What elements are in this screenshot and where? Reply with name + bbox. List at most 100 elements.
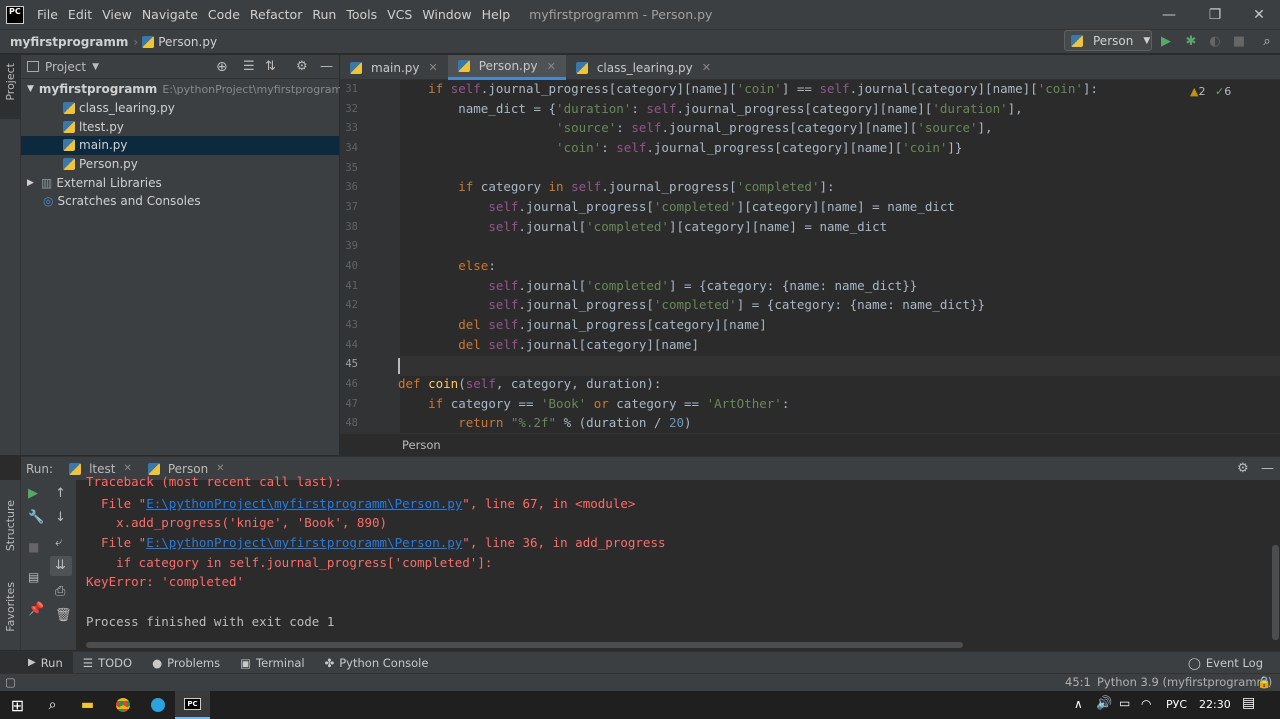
coverage-icon[interactable]: ◐ <box>1207 33 1223 49</box>
left-tool-strip: Project <box>0 55 21 455</box>
windows-start-icon[interactable]: ⊞ <box>0 691 35 719</box>
horizontal-scrollbar[interactable] <box>86 642 963 648</box>
event-log-button[interactable]: ◯ Event Log <box>1178 656 1273 670</box>
tree-item-class-learing[interactable]: class_learing.py <box>21 99 339 118</box>
minimize-icon[interactable]: — <box>1146 0 1192 29</box>
favorites-tool-button[interactable]: Favorites <box>4 582 17 632</box>
chrome-icon[interactable] <box>105 691 140 719</box>
arrow-down-icon[interactable]: ↓ <box>55 510 66 525</box>
wrench-icon[interactable]: 🔧 <box>28 510 44 525</box>
menu-help[interactable]: Help <box>477 7 516 22</box>
console-toolbar: ▶ ↑ 🔧 ↓ ■ ⤶ ⇊ ▤ ⎙ 📌 🗑 <box>21 480 76 650</box>
menu-tools[interactable]: Tools <box>341 7 382 22</box>
debug-icon[interactable]: ✱ <box>1183 33 1199 49</box>
tab-person[interactable]: Person.py ✕ <box>447 55 566 80</box>
menu-navigate[interactable]: Navigate <box>137 7 203 22</box>
tool-tab-problems[interactable]: ● Problems <box>142 656 230 670</box>
rerun-icon[interactable]: ▶ <box>28 486 38 501</box>
vertical-scrollbar[interactable] <box>1272 545 1279 640</box>
inspection-widget[interactable]: ▲2 ✓6 <box>1190 85 1231 98</box>
file-link[interactable]: E:\pythonProject\myfirstprogramm\Person.… <box>146 496 462 511</box>
tab-class-learing[interactable]: class_learing.py ✕ <box>566 55 721 80</box>
menu-code[interactable]: Code <box>203 7 245 22</box>
code-line: self.journal_progress['completed'][categ… <box>488 199 955 214</box>
close-tab-icon[interactable]: ✕ <box>547 60 556 73</box>
status-bar: ▢ 45:1 Python 3.9 (myfirstprogramm) 🔒 <box>0 673 1280 691</box>
layout-icon[interactable]: ▤ <box>28 570 39 584</box>
tree-item-external-libraries[interactable]: ▶ ▥ External Libraries <box>21 173 339 192</box>
menu-file[interactable]: File <box>32 7 63 22</box>
tree-item-scratches[interactable]: ◎ Scratches and Consoles <box>21 192 339 211</box>
menu-vcs[interactable]: VCS <box>382 7 417 22</box>
close-tab-icon[interactable]: ✕ <box>702 61 711 74</box>
soft-wrap-icon[interactable]: ⤶ <box>55 535 62 550</box>
volume-icon[interactable]: 🔊 <box>1096 696 1112 711</box>
tool-tab-terminal[interactable]: ▣ Terminal <box>230 656 314 670</box>
network-icon[interactable]: ▭ <box>1119 696 1130 710</box>
trash-icon[interactable]: 🗑 <box>55 608 72 623</box>
tool-tab-run[interactable]: ▶ Run <box>0 652 73 673</box>
close-tab-icon[interactable]: ✕ <box>216 463 224 474</box>
tree-item-main[interactable]: main.py <box>21 136 339 155</box>
menu-refactor[interactable]: Refactor <box>245 7 307 22</box>
windows-taskbar: ⊞ ⌕ ▬ PC ∧ 🔊 ▭ ◠ РУС 22:30 ▤ <box>0 691 1280 719</box>
scroll-to-end-icon[interactable]: ⇊ <box>55 558 66 573</box>
menu-window[interactable]: Window <box>417 7 476 22</box>
telegram-icon[interactable] <box>140 691 175 719</box>
tool-tab-todo[interactable]: ☰ TODO <box>73 656 142 670</box>
interpreter-select[interactable]: Python 3.9 (myfirstprogramm) <box>1097 675 1272 689</box>
python-file-icon <box>63 139 75 152</box>
file-explorer-icon[interactable]: ▬ <box>70 691 105 719</box>
code-editor[interactable]: 31 32 33 34 35 36 37 38 39 40 41 42 43 4… <box>340 80 1280 433</box>
menu-view[interactable]: View <box>97 7 137 22</box>
gear-icon[interactable]: ⚙ <box>296 59 308 74</box>
wifi-icon[interactable]: ◠ <box>1141 697 1151 711</box>
locate-icon[interactable]: ⊕ <box>216 59 228 75</box>
close-tab-icon[interactable]: ✕ <box>429 61 438 74</box>
maximize-icon[interactable]: ❐ <box>1192 0 1238 29</box>
project-tool-button[interactable]: Project <box>4 63 17 101</box>
hide-panel-icon[interactable]: — <box>320 59 333 74</box>
language-indicator[interactable]: РУС <box>1166 698 1187 711</box>
code-breadcrumb[interactable]: Person <box>402 438 441 452</box>
hide-panel-icon[interactable]: — <box>1261 461 1274 476</box>
close-tab-icon[interactable]: ✕ <box>123 463 131 474</box>
run-console[interactable]: ▶ ↑ 🔧 ↓ ■ ⤶ ⇊ ▤ ⎙ 📌 🗑 Traceback (most re… <box>21 474 1280 650</box>
search-everywhere-icon[interactable]: ⌕ <box>1259 33 1275 49</box>
arrow-up-icon[interactable]: ↑ <box>55 486 66 501</box>
tree-item-ltest[interactable]: ltest.py <box>21 117 339 136</box>
lock-icon[interactable]: 🔒 <box>1257 675 1271 689</box>
collapse-all-icon[interactable]: ⇅ <box>265 59 276 74</box>
caret-position[interactable]: 45:1 <box>1065 675 1091 689</box>
stop-icon[interactable]: ■ <box>1231 33 1247 49</box>
file-link[interactable]: E:\pythonProject\myfirstprogramm\Person.… <box>146 535 462 550</box>
expand-all-icon[interactable]: ☰ <box>243 59 255 74</box>
notifications-icon[interactable]: ▤ <box>1242 695 1255 711</box>
clock[interactable]: 22:30 <box>1199 698 1231 711</box>
search-icon[interactable]: ⌕ <box>35 691 70 719</box>
print-icon[interactable]: ⎙ <box>55 584 65 599</box>
tree-item-root[interactable]: ▼ myfirstprogramm E:\pythonProject\myfir… <box>21 80 353 99</box>
structure-tool-button[interactable]: Structure <box>4 500 17 551</box>
chevron-down-icon[interactable]: ▼ <box>92 62 99 72</box>
run-configuration-select[interactable]: Person ▼ <box>1064 30 1152 51</box>
breadcrumb-file[interactable]: Person.py <box>138 35 217 49</box>
run-icon[interactable]: ▶ <box>1158 33 1174 49</box>
tree-item-person[interactable]: Person.py <box>21 155 339 174</box>
breadcrumb-project[interactable]: myfirstprogramm <box>0 35 128 49</box>
pycharm-taskbar-icon[interactable]: PC <box>175 691 210 719</box>
stop-icon[interactable]: ■ <box>28 540 39 554</box>
project-view-select[interactable]: Project <box>45 60 86 74</box>
layout-toggle-icon[interactable]: ▢ <box>5 675 16 689</box>
gear-icon[interactable]: ⚙ <box>1237 461 1249 476</box>
pin-icon[interactable]: 📌 <box>28 602 44 617</box>
tool-tab-python-console[interactable]: ✤ Python Console <box>315 656 439 670</box>
python-file-icon <box>63 158 75 171</box>
line-number: 33 <box>345 122 358 134</box>
tab-main[interactable]: main.py ✕ <box>340 55 448 80</box>
tray-chevron-up-icon[interactable]: ∧ <box>1074 697 1083 711</box>
python-file-icon <box>63 120 75 133</box>
menu-edit[interactable]: Edit <box>63 7 97 22</box>
close-window-icon[interactable]: ✕ <box>1236 0 1280 29</box>
menu-run[interactable]: Run <box>307 7 341 22</box>
